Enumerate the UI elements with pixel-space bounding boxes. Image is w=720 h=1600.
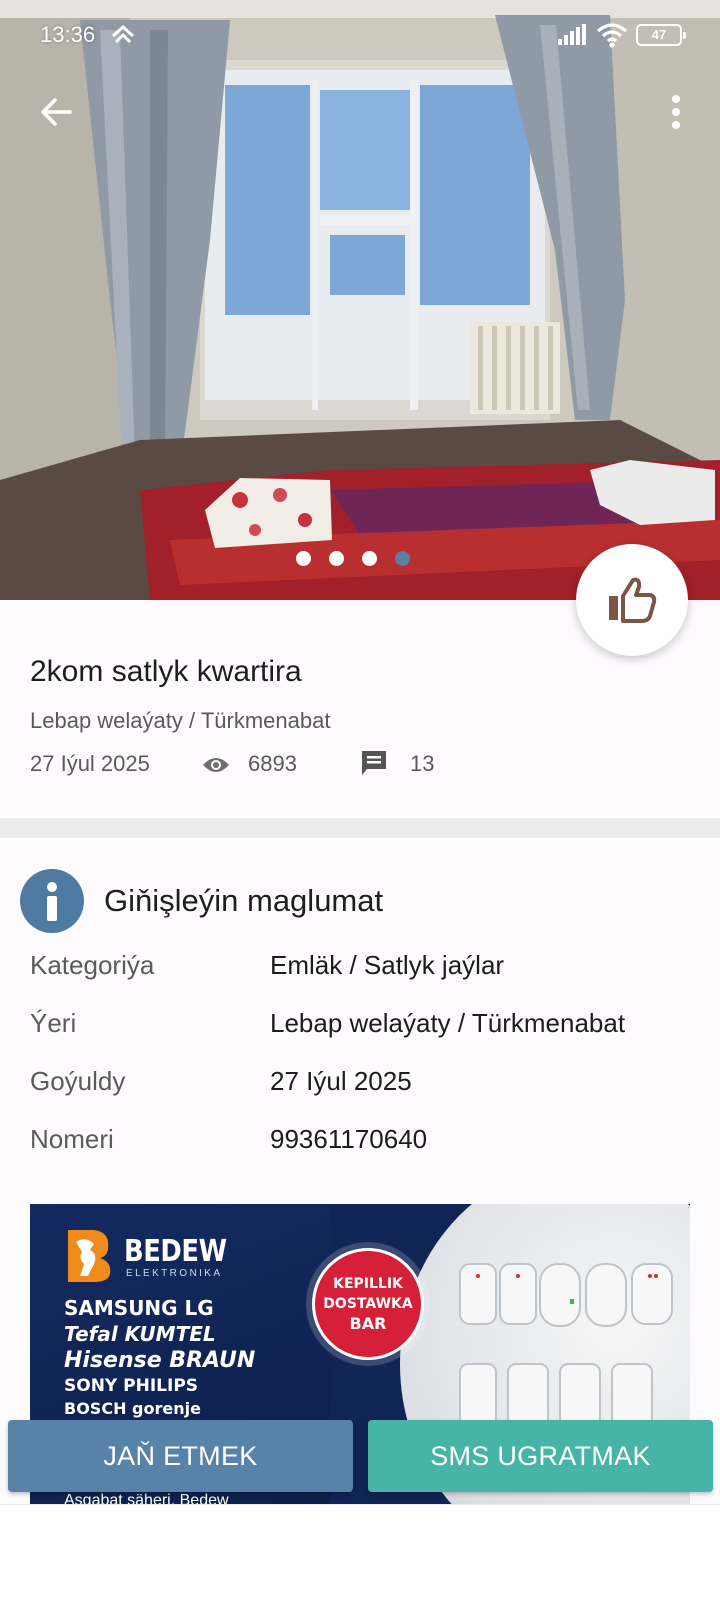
photo-gallery[interactable]: 13:36 47 xyxy=(0,0,720,600)
comment-icon xyxy=(360,749,388,783)
ad-brand-sub: ELEKTRONIKA xyxy=(126,1268,223,1279)
eye-icon xyxy=(202,754,230,780)
details-header: Giňişleýin maglumat xyxy=(20,868,383,934)
detail-value: 27 Iýul 2025 xyxy=(270,1066,412,1096)
like-button[interactable] xyxy=(576,544,688,656)
detail-key: Goýuldy xyxy=(30,1066,126,1096)
detail-row-number: Nomeri 99361170640 xyxy=(30,1124,700,1182)
badge-text: DOSTAWKA xyxy=(323,1296,413,1312)
info-icon xyxy=(20,869,84,933)
listing-location: Lebap welaýaty / Türkmenabat xyxy=(30,708,331,733)
navigation-arrows-icon xyxy=(110,24,136,49)
ad-guarantee-badge: KEPILLIK DOSTAWKA BAR xyxy=(312,1248,424,1360)
status-bar: 13:36 47 xyxy=(0,0,720,70)
gallery-dot[interactable] xyxy=(362,551,377,566)
listing-views: 6893 xyxy=(248,751,297,776)
detail-value: Lebap welaýaty / Türkmenabat xyxy=(270,1008,626,1038)
listing-date: 27 Iýul 2025 xyxy=(30,751,150,776)
detail-row-place: Ýeri Lebap welaýaty / Türkmenabat xyxy=(30,1008,700,1066)
thumb-up-icon xyxy=(609,577,657,623)
signal-icon xyxy=(558,24,588,51)
listing-photo xyxy=(0,0,720,600)
badge-text: KEPILLIK xyxy=(333,1276,403,1292)
back-button[interactable] xyxy=(30,86,82,138)
call-button[interactable]: JAŇ ETMEK xyxy=(8,1420,353,1492)
ad-brands-line: SAMSUNG LG xyxy=(64,1296,214,1320)
gallery-dot-active[interactable] xyxy=(395,551,410,566)
badge-text: BAR xyxy=(349,1314,387,1333)
details-table: Kategoriýa Emläk / Satlyk jaýlar Ýeri Le… xyxy=(30,950,700,1182)
listing-title: 2kom satlyk kwartira xyxy=(30,655,302,688)
contact-actions: JAŇ ETMEK SMS UGRATMAK xyxy=(0,1420,720,1494)
ad-brands-line: SONY PHILIPS xyxy=(64,1376,199,1396)
arrow-left-icon xyxy=(41,98,72,126)
detail-key: Ýeri xyxy=(30,1008,77,1038)
gallery-dot[interactable] xyxy=(296,551,311,566)
status-time: 13:36 xyxy=(40,22,96,47)
detail-row-category: Kategoriýa Emläk / Satlyk jaýlar xyxy=(30,950,700,1008)
gallery-pagination xyxy=(296,551,410,566)
wifi-icon xyxy=(596,22,628,53)
sms-button[interactable]: SMS UGRATMAK xyxy=(368,1420,713,1492)
gallery-dot[interactable] xyxy=(329,551,344,566)
ad-brands-line: BOSCH gorenje xyxy=(64,1399,201,1418)
ad-brands-line: Tefal KUMTEL xyxy=(64,1322,216,1346)
detail-value-phone[interactable]: 99361170640 xyxy=(270,1124,427,1155)
ad-brand-name: BEDEW xyxy=(124,1234,227,1269)
listing-comments-count: 13 xyxy=(410,751,435,776)
bottom-blank-area xyxy=(0,1504,720,1600)
details-heading: Giňişleýin maglumat xyxy=(104,883,384,918)
more-options-button[interactable] xyxy=(650,86,702,138)
detail-key: Kategoriýa xyxy=(30,950,155,980)
listing-meta: 27 Iýul 2025 6893 13 xyxy=(30,748,670,780)
detail-value: Emläk / Satlyk jaýlar xyxy=(270,950,505,980)
detail-key: Nomeri xyxy=(30,1124,114,1154)
section-divider xyxy=(0,818,720,838)
bedew-logo xyxy=(64,1228,114,1284)
ad-brands-line: Hisense BRAUN xyxy=(64,1348,256,1373)
more-vertical-icon xyxy=(672,95,680,129)
detail-row-posted: Goýuldy 27 Iýul 2025 xyxy=(30,1066,700,1124)
battery-icon: 47 xyxy=(636,24,686,46)
